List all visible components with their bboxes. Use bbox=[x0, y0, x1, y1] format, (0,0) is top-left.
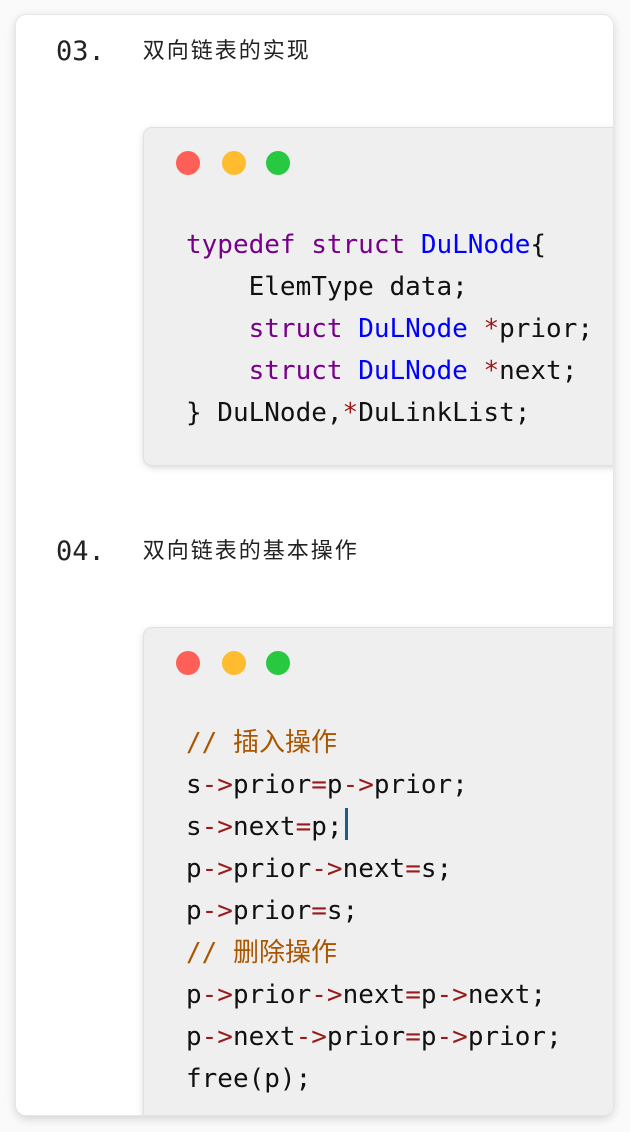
code-line: p->next->prior=p->prior; bbox=[186, 1016, 562, 1058]
code-block-struct[interactable]: typedef struct DuLNode{ ElemType data; s… bbox=[144, 128, 613, 465]
operator: = bbox=[311, 770, 327, 800]
code-text[interactable]: typedef struct DuLNode{ ElemType data; s… bbox=[186, 224, 593, 434]
code-token: s; bbox=[326, 896, 359, 926]
operator: = bbox=[405, 980, 421, 1010]
section-title: 双向链表的基本操作 bbox=[142, 539, 359, 564]
code-token: prior; bbox=[499, 314, 594, 344]
code-token: { bbox=[530, 230, 547, 260]
code-token: p bbox=[186, 854, 202, 884]
section-heading-04: 04. 双向链表的基本操作 bbox=[56, 533, 359, 567]
code-token: next bbox=[342, 980, 406, 1010]
operator: -> bbox=[201, 812, 233, 842]
maximize-dot-icon bbox=[266, 151, 290, 175]
operator: -> bbox=[201, 770, 233, 800]
code-token: next; bbox=[499, 356, 578, 386]
minimize-dot-icon bbox=[222, 151, 246, 175]
code-token: } DuLNode, bbox=[186, 398, 343, 428]
code-block-operations[interactable]: // 插入操作 s->prior=p->prior; s->next=p; p->pr… bbox=[144, 628, 613, 1115]
code-token: p bbox=[186, 980, 202, 1010]
code-token: next bbox=[342, 854, 406, 884]
code-token: p bbox=[186, 1022, 202, 1052]
code-token: prior bbox=[232, 854, 312, 884]
text-cursor bbox=[344, 808, 348, 840]
code-line: s->next=p; bbox=[186, 806, 562, 848]
operator: -> bbox=[311, 854, 343, 884]
code-token: p bbox=[420, 1022, 437, 1052]
code-token: prior; bbox=[373, 770, 468, 800]
code-token: p bbox=[420, 980, 437, 1010]
code-token: p bbox=[186, 896, 202, 926]
code-line: struct DuLNode *next; bbox=[186, 350, 593, 392]
code-line: s->prior=p->prior; bbox=[186, 764, 562, 806]
code-token: p; bbox=[311, 812, 343, 842]
operator: -> bbox=[436, 980, 468, 1010]
code-token: s; bbox=[420, 854, 453, 884]
keyword: struct bbox=[248, 314, 343, 344]
section-number: 04. bbox=[56, 536, 105, 567]
section-number: 03. bbox=[56, 36, 105, 67]
code-token: next; bbox=[467, 980, 547, 1010]
keyword: typedef struct bbox=[186, 230, 421, 260]
close-dot-icon bbox=[176, 151, 200, 175]
type-name: DuLNode bbox=[358, 314, 468, 344]
article-card: 03. 双向链表的实现 typedef struct DuLNode{ ElemT… bbox=[16, 15, 613, 1115]
code-line: p->prior->next=s; bbox=[186, 848, 562, 890]
operator: -> bbox=[295, 1022, 327, 1052]
code-token: prior bbox=[326, 1022, 406, 1052]
type-name: DuLNode bbox=[358, 356, 468, 386]
code-token: s bbox=[186, 812, 202, 842]
operator: -> bbox=[436, 1022, 468, 1052]
operator: -> bbox=[311, 980, 343, 1010]
code-text[interactable]: // 插入操作 s->prior=p->prior; s->next=p; p->pr… bbox=[186, 722, 562, 1100]
operator: = bbox=[295, 812, 312, 842]
code-token: next bbox=[232, 1022, 296, 1052]
operator: -> bbox=[342, 770, 374, 800]
operator: -> bbox=[201, 980, 233, 1010]
code-token: prior bbox=[232, 980, 312, 1010]
code-line: free(p); bbox=[186, 1064, 312, 1094]
operator: = bbox=[405, 1022, 421, 1052]
operator: -> bbox=[201, 854, 233, 884]
code-line: } DuLNode,*DuLinkList; bbox=[186, 392, 593, 434]
operator: * bbox=[483, 356, 500, 386]
operator: = bbox=[405, 854, 421, 884]
code-token: p bbox=[326, 770, 343, 800]
operator: * bbox=[342, 398, 359, 428]
code-line: struct DuLNode *prior; bbox=[186, 308, 593, 350]
code-line: typedef struct DuLNode{ bbox=[186, 224, 593, 266]
close-dot-icon bbox=[176, 651, 200, 675]
code-line: p->prior->next=p->next; bbox=[186, 974, 562, 1016]
operator: * bbox=[483, 314, 500, 344]
code-token: prior bbox=[232, 770, 312, 800]
section-heading-03: 03. 双向链表的实现 bbox=[56, 33, 311, 67]
minimize-dot-icon bbox=[222, 651, 246, 675]
type-name: DuLNode bbox=[420, 230, 531, 260]
code-token: ElemType data; bbox=[186, 272, 468, 302]
operator: = bbox=[311, 896, 327, 926]
section-title: 双向链表的实现 bbox=[142, 39, 311, 64]
code-token: s bbox=[186, 770, 202, 800]
code-line: ElemType data; bbox=[186, 266, 593, 308]
code-line: p->prior=s; bbox=[186, 890, 562, 932]
code-comment: // 插入操作 bbox=[186, 728, 337, 758]
operator: -> bbox=[201, 1022, 233, 1052]
code-token: prior; bbox=[467, 1022, 562, 1052]
maximize-dot-icon bbox=[266, 651, 290, 675]
code-token: prior bbox=[232, 896, 312, 926]
keyword: struct bbox=[248, 356, 343, 386]
code-comment: // 删除操作 bbox=[186, 938, 337, 968]
operator: -> bbox=[201, 896, 233, 926]
code-token: DuLinkList; bbox=[358, 398, 531, 428]
code-token: next bbox=[232, 812, 296, 842]
